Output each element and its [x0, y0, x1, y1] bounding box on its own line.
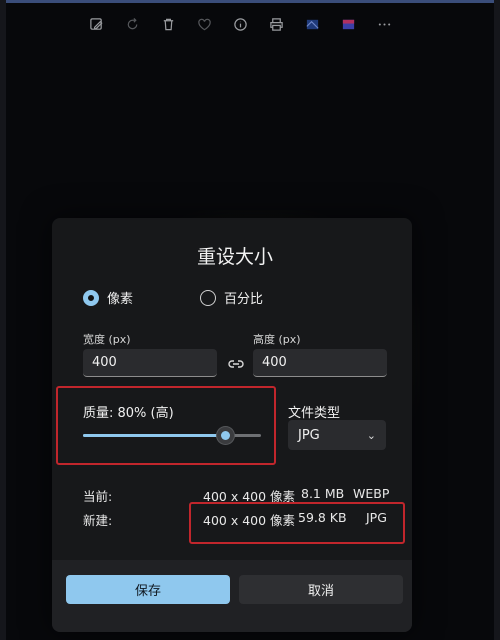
radio-percent-label: 百分比 — [224, 292, 264, 307]
more-button[interactable] — [366, 12, 402, 36]
new-label: 新建: — [83, 513, 113, 528]
width-input[interactable]: 400 — [83, 349, 217, 377]
dialog-title: 重设大小 — [196, 246, 273, 268]
aspect-lock-button[interactable] — [228, 356, 244, 375]
delete-button[interactable] — [150, 12, 186, 36]
current-label: 当前: — [83, 489, 113, 504]
quality-highlight-box — [56, 386, 276, 465]
height-label: 高度 (px) — [253, 333, 301, 346]
rotate-icon — [127, 17, 137, 29]
window-top-strip — [0, 0, 500, 3]
wallpaper-button[interactable] — [294, 12, 330, 36]
filetype-label: 文件类型 — [288, 406, 341, 421]
delete-icon — [163, 18, 173, 30]
info-icon — [233, 17, 247, 31]
save-button[interactable]: 保存 — [66, 575, 230, 604]
radio-percent[interactable]: 百分比 — [200, 288, 263, 307]
chevron-down-icon: ⌄ — [366, 428, 376, 442]
right-edge — [494, 0, 500, 640]
info-button[interactable] — [222, 12, 258, 36]
more-icon — [378, 22, 390, 26]
favorite-button[interactable] — [186, 12, 222, 36]
width-label: 宽度 (px) — [83, 333, 131, 346]
rotate-button[interactable] — [114, 12, 150, 36]
color-icon — [342, 19, 354, 29]
wallpaper-icon — [305, 19, 319, 29]
cancel-button[interactable]: 取消 — [239, 575, 403, 604]
edit-image-button[interactable] — [78, 12, 114, 36]
radio-selected-icon[interactable] — [83, 289, 99, 306]
current-format: WEBP — [353, 486, 390, 501]
height-input[interactable]: 400 — [253, 349, 387, 377]
new-info-highlight-box — [189, 502, 405, 544]
current-filesize: 8.1 MB — [301, 486, 345, 501]
favorite-icon — [197, 18, 211, 30]
edit-image-icon — [89, 17, 103, 30]
left-edge — [0, 0, 6, 640]
radio-pixels[interactable]: 像素 — [83, 288, 133, 307]
radio-unselected-icon[interactable] — [200, 289, 216, 306]
image-toolbar — [78, 12, 402, 36]
radio-pixels-label: 像素 — [107, 292, 134, 307]
print-icon — [269, 17, 283, 31]
print-button[interactable] — [258, 12, 294, 36]
link-icon — [228, 360, 244, 368]
filetype-value: JPG — [298, 427, 320, 443]
filetype-select[interactable]: JPG ⌄ — [288, 420, 386, 450]
color-button[interactable] — [330, 12, 366, 36]
